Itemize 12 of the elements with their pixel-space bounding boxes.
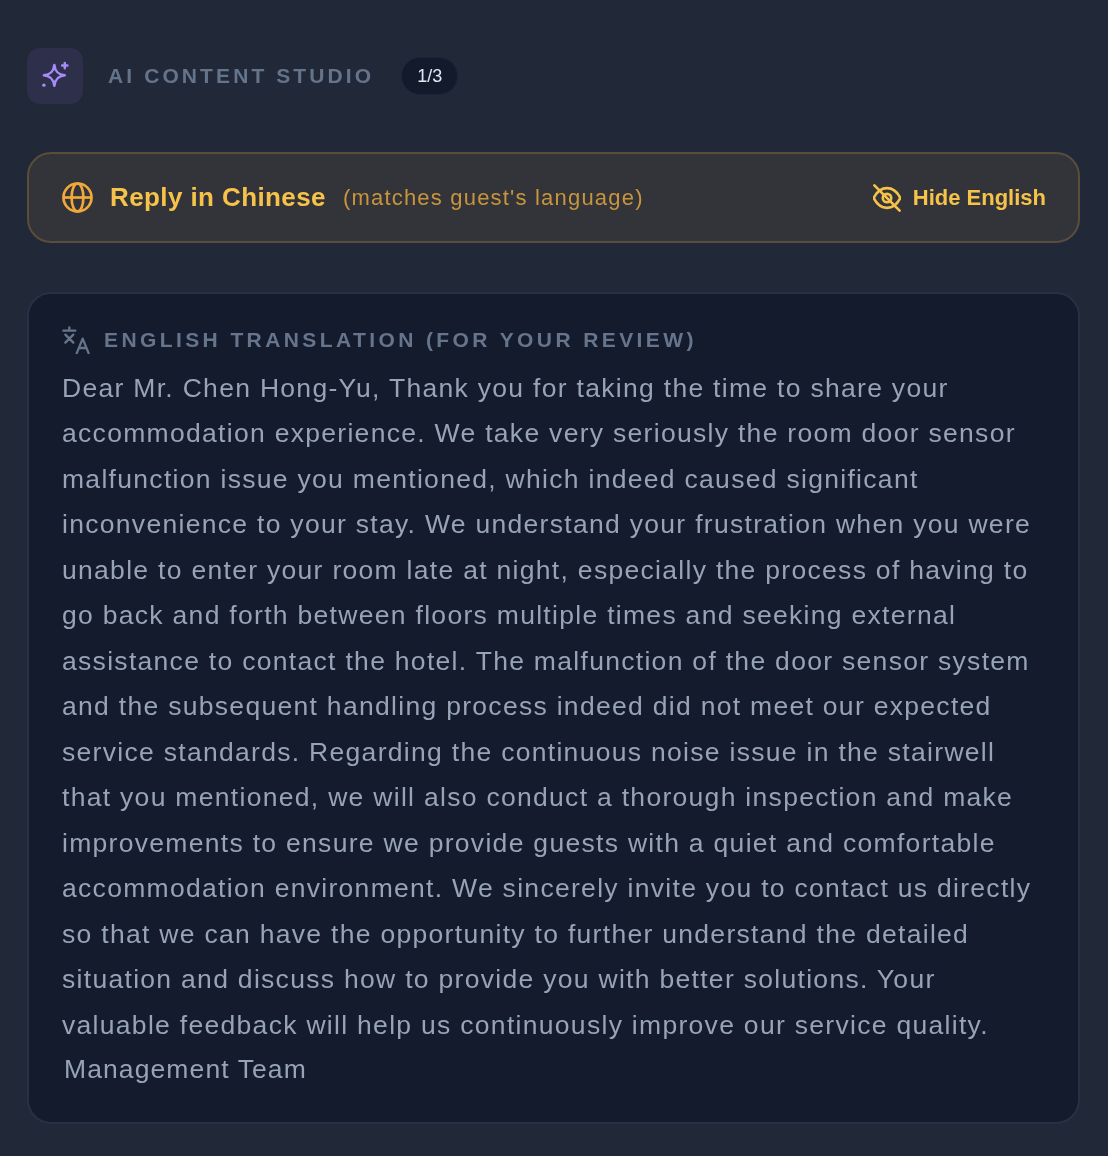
signature-text: Management Team <box>64 1053 308 1086</box>
translation-text: Dear Mr. Chen Hong-Yu, Thank you for taking the time to share your accommodation experience. We take very seriously the room door sensor malfunction issue you mentioned, which indeed caused significant inconvenience to your stay. We understand your frustration when you were unable to enter your room late at night, especially the process of having to go back and forth between floors multiple times and seeking external assistance to contact the hotel. The malfunction of the door sensor system and the subsequent handling process indeed did not meet our expected service standards. Regarding the continuous noise issue in the stairwell that you mentioned, we will also conduct a thorough inspection and make improvements to ensure we provide guests with a quiet and comfortable accommodation environment. We sincerely invite you to contact us directly so that we can have the opportunity to further understand the detailed situation and discuss how to provide you with better solutions. Your valuable feedback will help us continuously improve our service quality. <box>62 371 1033 1042</box>
page-counter: 1/3 <box>401 57 459 95</box>
sparkle-icon <box>27 48 83 104</box>
translate-icon <box>62 325 90 354</box>
language-label: Reply in Chinese <box>110 181 326 214</box>
eye-off-icon <box>872 183 901 212</box>
hide-english-button[interactable]: Hide English <box>872 177 1046 218</box>
app-title: AI CONTENT STUDIO <box>108 63 375 90</box>
globe-icon <box>62 182 93 213</box>
language-note: (matches guest's language) <box>342 184 644 212</box>
section-heading: ENGLISH TRANSLATION (FOR YOUR REVIEW) <box>104 327 697 353</box>
